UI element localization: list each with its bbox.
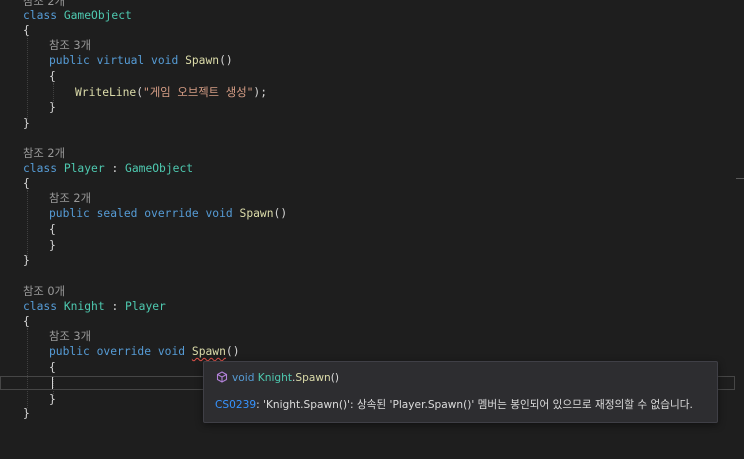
keyword: void (151, 54, 179, 67)
keyword: public (49, 54, 90, 67)
codelens-references[interactable]: 참조 3개 (49, 38, 91, 53)
error-text: : 'Knight.Spawn()': 상속된 'Player.Spawn()'… (256, 399, 693, 411)
method-call: WriteLine (75, 86, 137, 99)
quickinfo-tooltip: void Knight.Spawn() CS0239: 'Knight.Spaw… (203, 361, 718, 423)
brace: } (49, 393, 56, 406)
paren: ( (136, 86, 144, 99)
error-code-link[interactable]: CS0239 (215, 399, 256, 411)
brace: { (23, 177, 30, 190)
brace: { (49, 223, 56, 236)
class-name: Knight (63, 300, 105, 313)
string-literal: "게임 오브젝트 생성" (143, 86, 254, 99)
base-class-name: Player (125, 300, 166, 313)
colon: : (104, 300, 126, 313)
code-editor[interactable]: 참조 2개 class GameObject { 참조 3개 public vi… (0, 0, 744, 459)
keyword: public (49, 207, 90, 220)
tooltip-error-message: CS0239: 'Knight.Spawn()': 상속된 'Player.Sp… (215, 398, 693, 412)
indent-guide (27, 190, 28, 258)
brace: } (49, 101, 56, 114)
method-declaration: public sealed override void Spawn() (49, 206, 287, 221)
keyword: override (96, 345, 152, 358)
keyword: virtual (96, 54, 145, 67)
keyword: class (23, 162, 58, 175)
base-class-name: GameObject (125, 162, 194, 175)
cube-method-icon (216, 371, 232, 384)
indent-guide (27, 328, 28, 408)
scroll-marker (736, 178, 744, 179)
signature-method: Spawn (295, 372, 331, 384)
parens: () (273, 207, 288, 220)
signature-return-type: void (232, 372, 255, 384)
signature-class: Knight (257, 372, 292, 384)
keyword: override (144, 207, 199, 220)
paren: ); (253, 86, 267, 99)
class-name: GameObject (63, 9, 132, 22)
tooltip-signature: void Knight.Spawn() (216, 371, 339, 385)
class-name: Player (63, 162, 105, 175)
codelens-references[interactable]: 참조 2개 (23, 146, 65, 161)
class-declaration: class Player : GameObject (23, 161, 193, 176)
codelens-references[interactable]: 참조 2개 (49, 191, 91, 206)
keyword: public (49, 345, 90, 358)
colon: : (104, 162, 126, 175)
brace: { (23, 24, 30, 37)
signature-parens: () (330, 372, 339, 384)
keyword: void (157, 345, 186, 358)
brace: { (49, 361, 56, 374)
brace: } (49, 239, 56, 252)
parens: () (225, 345, 240, 358)
codelens-references[interactable]: 참조 0개 (23, 284, 65, 299)
method-name: Spawn (185, 54, 220, 67)
method-declaration: public virtual void Spawn() (49, 53, 233, 68)
keyword: sealed (96, 207, 138, 220)
codelens-references[interactable]: 참조 3개 (49, 329, 91, 344)
indent-guide (27, 36, 28, 119)
writeline-statement: WriteLine("게임 오브젝트 생성"); (75, 85, 267, 100)
text-caret (52, 377, 53, 389)
method-name-error[interactable]: Spawn (192, 345, 226, 358)
keyword: class (23, 300, 58, 313)
brace: { (49, 70, 56, 83)
brace: } (23, 117, 30, 130)
class-declaration: class GameObject (23, 8, 132, 23)
parens: () (219, 54, 233, 67)
brace: } (23, 407, 30, 420)
method-name: Spawn (239, 207, 274, 220)
method-declaration: public override void Spawn() (49, 344, 240, 359)
class-declaration: class Knight : Player (23, 299, 166, 314)
keyword: class (23, 9, 58, 22)
brace: { (23, 315, 30, 328)
brace: } (23, 254, 30, 267)
keyword: void (205, 207, 233, 220)
